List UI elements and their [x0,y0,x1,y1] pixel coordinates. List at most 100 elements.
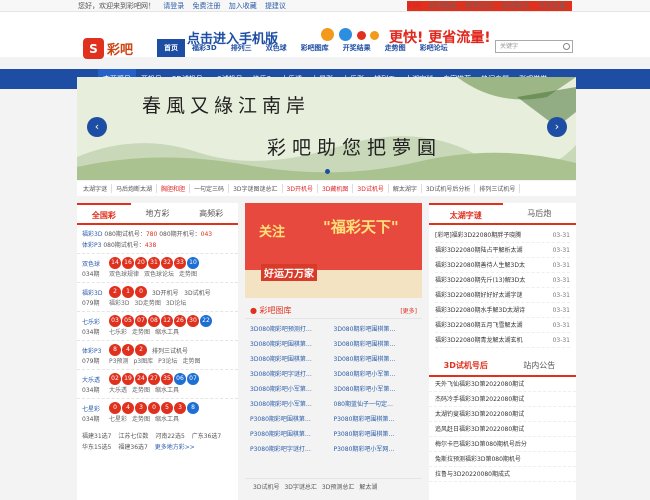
quick-link[interactable]: 3D藏机图 [322,184,354,193]
nav-forum[interactable]: 彩吧论坛 [413,39,455,57]
news-item[interactable]: 梅尔卡巴福彩3D第080期机号后分 [429,437,576,452]
gallery-item[interactable]: P3080期彩吧围棋第… [334,412,418,427]
tab-local[interactable]: 地方彩 [131,203,185,223]
game-link[interactable]: 双色球论坛 [144,271,174,278]
mid-link[interactable]: 3D试机号 [253,482,279,491]
hero-carousel[interactable]: 春風又綠江南岸 彩吧助您把夢圓 ‹ › [77,77,576,180]
gallery-item[interactable]: P3080期彩吧围棋第… [334,427,418,442]
game-link[interactable]: 缩水工具 [155,387,179,394]
game-link[interactable]: 走势图 [183,358,201,365]
nav-results[interactable]: 开奖结果 [336,39,378,57]
news-item[interactable]: 福彩3D22080期先斤(13)解3D太 03-31 [435,273,570,288]
quick-link[interactable]: 马后炮断太湖 [116,184,158,193]
gallery-item[interactable]: 3D080期彩吧预测打… [250,322,334,337]
search-input[interactable]: 关键字 [495,40,573,53]
game-name[interactable]: 双色球 [82,259,109,268]
gallery-item[interactable]: 3D080期彩吧字谜打… [250,367,334,382]
game-name[interactable]: 体彩P3 [82,346,109,355]
game-link[interactable]: 福彩3D [109,300,129,307]
news-item[interactable]: 福彩3D22080期水手解3D太湖诗 03-31 [435,303,570,318]
gallery-item[interactable]: 3D080期彩吧围棋第… [334,322,418,337]
quick-link[interactable]: 3D字谜图谜总汇 [233,184,283,193]
feedback-link[interactable]: 提建议 [265,2,286,10]
carousel-dot[interactable] [325,169,330,174]
quick-link[interactable]: 太湖字谜 [83,184,113,193]
news-item[interactable]: 福彩3D22080期好好好太湖字谜 03-31 [435,288,570,303]
nav-fc3d[interactable]: 福彩3D [185,39,224,57]
news-item[interactable]: 拉鲁与3D20220080期成式 [429,467,576,482]
gallery-item[interactable]: P3080期彩吧围棋第… [250,412,334,427]
top-link-forum[interactable]: 彩吧论坛 [466,2,494,10]
top-link-gallery[interactable]: 彩吧图库 [429,2,457,10]
top-link-helper[interactable]: 彩吧助手 [502,2,530,10]
news-item[interactable]: 兔斯拉预测福彩3D第080期机号 [429,452,576,467]
gallery-more-link[interactable]: [更多] [400,306,417,315]
game-name[interactable]: 福彩3D [82,288,109,297]
game-name[interactable]: 七星彩 [82,404,109,413]
game-link[interactable]: 3D论坛 [166,300,186,307]
gallery-item[interactable]: P3080期彩吧围棋第… [250,427,334,442]
game-link[interactable]: 走势图 [132,416,150,423]
quick-link[interactable]: 解太湖字 [393,184,422,193]
top-link-caiba[interactable]: 彩吧 [407,2,421,10]
news-item[interactable]: 福彩3D22080期善待人生解3D太 03-31 [435,258,570,273]
gallery-item[interactable]: 3D080期彩吧小军第… [250,382,334,397]
carousel-next-button[interactable]: › [547,117,567,137]
gallery-item[interactable]: 3D080期彩吧围棋第… [334,352,418,367]
nav-trend[interactable]: 走势图 [378,39,413,57]
carousel-prev-button[interactable]: ‹ [87,117,107,137]
quick-link[interactable]: 胸胆和胆 [161,184,191,193]
local-link[interactable]: 江苏七位数 [118,433,148,440]
gallery-item[interactable]: 3D080期彩吧小军第… [250,397,334,412]
game-link[interactable]: 缩水工具 [155,329,179,336]
mid-link[interactable]: 3D预测总汇 [322,482,354,491]
news-item[interactable]: 福彩3D22080期陆占平解析太湖 03-31 [435,243,570,258]
tab-national[interactable]: 全国彩 [77,203,131,223]
register-link[interactable]: 免费注册 [192,2,220,10]
game-link[interactable]: p3图库 [133,358,153,365]
tab-highfreq[interactable]: 高频彩 [184,203,238,223]
favorite-link[interactable]: 加入收藏 [229,2,257,10]
game-extra-link[interactable]: 3D开机号 3D试机号 [152,288,211,297]
game-link[interactable]: P3论坛 [158,358,177,365]
game-link[interactable]: 缩水工具 [155,416,179,423]
search-icon[interactable] [563,43,570,50]
game-link[interactable]: 七乐彩 [109,329,127,336]
quick-link[interactable]: 一句定三码 [194,184,230,193]
game-extra-link[interactable]: 排列三试机号 [152,346,188,355]
nav-gallery[interactable]: 彩吧图库 [294,39,336,57]
news-item[interactable]: 追风赶日福彩3D第2022080期试 [429,422,576,437]
local-link[interactable]: 福建36选7 [118,444,147,451]
site-logo[interactable]: S 彩吧 [83,38,133,59]
quick-link[interactable]: 排列三试机号 [479,184,521,193]
tab-taihu[interactable]: 太湖字谜 [429,203,503,223]
gallery-item[interactable]: P3080期彩吧小军网… [334,442,418,457]
game-link[interactable]: 走势图 [132,329,150,336]
more-local-link[interactable]: 更多地方彩>> [155,444,195,451]
top-link-results[interactable]: 开奖结果 [538,2,566,10]
game-name[interactable]: 七乐彩 [82,317,109,326]
game-link[interactable]: 大乐透 [109,387,127,394]
quick-link[interactable]: 3D开机号 [287,184,318,193]
local-link[interactable]: 华东15选5 [82,444,111,451]
local-link[interactable]: 福建31选7 [82,433,111,440]
nav-ssq[interactable]: 双色球 [259,39,294,57]
tab-mahoupao[interactable]: 马后炮 [503,203,577,223]
gallery-item[interactable]: 3D080期彩吧围棋第… [334,337,418,352]
game-link[interactable]: 双色球规律 [109,271,139,278]
quick-link[interactable]: 3D试机号 [357,184,389,193]
mid-link[interactable]: 3D字谜总汇 [284,482,316,491]
game-name[interactable]: 大乐透 [82,375,109,384]
local-link[interactable]: 广东36选7 [192,433,221,440]
nav-home[interactable]: 首页 [157,39,185,57]
quick-link[interactable]: 3D试机号后分析 [426,184,476,193]
gallery-item[interactable]: P3080期彩吧字谜打… [250,442,334,457]
news-item[interactable]: 杰码冷手福彩3D第2022080期试 [429,392,576,407]
promo-poster[interactable]: 关注 "福彩天下" 好运万万家 [245,203,422,298]
news-item[interactable]: [彩吧]福彩3D22080期胖子晓腾 03-31 [435,228,570,243]
game-link[interactable]: 走势图 [179,271,197,278]
login-link[interactable]: 请登录 [163,2,184,10]
tab-3d-after[interactable]: 3D试机号后 [429,355,503,375]
mid-link[interactable]: 解太湖 [359,482,377,491]
gallery-item[interactable]: 3D080期彩吧小军第… [334,382,418,397]
